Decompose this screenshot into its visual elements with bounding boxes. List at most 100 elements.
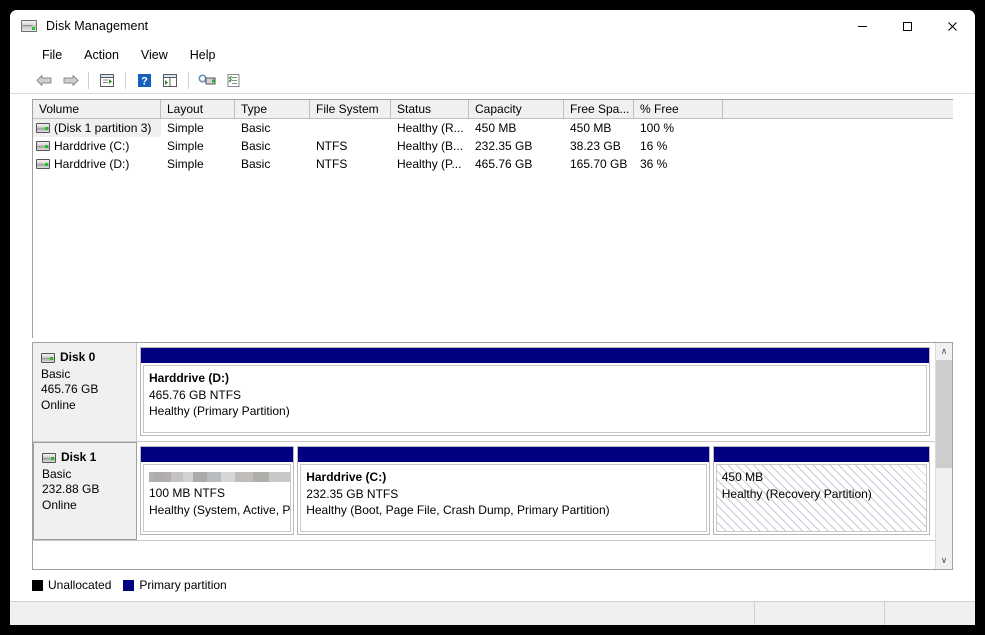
toolbar-separator: [188, 72, 189, 89]
forward-icon[interactable]: [58, 70, 82, 92]
cell-layout: Simple: [167, 120, 204, 135]
window-controls: [840, 10, 975, 42]
partition-details: Harddrive (D:) 465.76 GB NTFS Healthy (P…: [143, 365, 927, 433]
partition-details: Harddrive (C:) 232.35 GB NTFS Healthy (B…: [300, 464, 707, 532]
cell-free-space: 450 MB: [570, 120, 612, 135]
cell-layout: Simple: [167, 138, 204, 153]
partition-health: Healthy (Recovery Partition): [721, 486, 872, 501]
disk-name-disk-0: Disk 0: [41, 350, 136, 366]
tool-bar: ?: [10, 68, 975, 94]
column-header-file-system[interactable]: File System: [310, 100, 391, 119]
disk-row-disk-0[interactable]: Disk 0 Basic 465.76 GB Online Harddrive …: [33, 343, 935, 442]
disk-info-disk-0[interactable]: Disk 0 Basic 465.76 GB Online: [33, 343, 137, 441]
menu-item-file[interactable]: File: [32, 46, 72, 64]
disk-status-disk-1: Online: [42, 497, 77, 512]
scroll-down-icon[interactable]: ∨: [936, 552, 952, 569]
legend-swatch-primary-partition: [123, 579, 135, 591]
partition-color-bar: [141, 447, 294, 462]
cell-status: Healthy (B...: [397, 138, 464, 153]
cell-volume: Harddrive (C:): [33, 137, 161, 155]
cell-file-system: [310, 119, 391, 137]
cell-free-space: 165.70 GB: [570, 156, 628, 171]
cell-capacity: 450 MB: [475, 120, 517, 135]
cell-status: Healthy (R...: [397, 120, 464, 135]
table-row[interactable]: Harddrive (D:) Simple Basic NTFS Healthy…: [33, 155, 953, 173]
legend-label-unallocated: Unallocated: [48, 578, 112, 592]
menu-item-view[interactable]: View: [131, 46, 178, 64]
column-header-free-space[interactable]: Free Spa...: [564, 100, 634, 119]
partition-bar-disk-0: Harddrive (D:) 465.76 GB NTFS Healthy (P…: [137, 343, 935, 441]
disk-management-window: Disk Management File Action View Help ? …: [10, 10, 975, 625]
column-header-status[interactable]: Status: [391, 100, 469, 119]
column-header-spacer: [723, 100, 953, 119]
disk-row-disk-1[interactable]: Disk 1 Basic 232.88 GB Online 100 MB NTF…: [33, 442, 935, 541]
scrollbar-track[interactable]: [936, 360, 952, 552]
cell-capacity: 465.76 GB: [475, 156, 533, 171]
disk-status-disk-0: Online: [41, 397, 76, 412]
partition-harddrive-c[interactable]: Harddrive (C:) 232.35 GB NTFS Healthy (B…: [297, 446, 710, 535]
partition-bar-disk-1: 100 MB NTFS Healthy (System, Active, P H…: [137, 442, 935, 540]
cell-file-system: NTFS: [316, 156, 348, 171]
legend-item-unallocated: Unallocated: [32, 578, 111, 592]
partition-title: Harddrive (D:): [149, 371, 230, 385]
cell-volume: Harddrive (D:): [33, 155, 161, 173]
partition-harddrive-d[interactable]: Harddrive (D:) 465.76 GB NTFS Healthy (P…: [140, 347, 930, 436]
partition-size: 100 MB NTFS: [149, 486, 226, 500]
disk-name-label: Disk 0: [60, 350, 96, 364]
column-header-volume[interactable]: Volume: [33, 100, 161, 119]
cell-percent-free: 100 %: [640, 120, 675, 135]
help-icon[interactable]: ?: [132, 70, 156, 92]
disk-name-label: Disk 1: [61, 450, 97, 464]
status-bar: [10, 601, 975, 625]
partition-system-reserved[interactable]: 100 MB NTFS Healthy (System, Active, P: [140, 446, 295, 535]
toolbar-separator: [88, 72, 89, 89]
disk-name-disk-1: Disk 1: [42, 450, 136, 466]
disk-size-disk-0: 465.76 GB: [41, 382, 99, 396]
cell-free-space: 38.23 GB: [570, 138, 621, 153]
cell-volume-label: Harddrive (D:): [54, 156, 130, 171]
graphical-view-scrollbar[interactable]: ∧ ∨: [935, 343, 952, 569]
minimize-button[interactable]: [840, 10, 885, 42]
partition-color-bar: [141, 348, 929, 363]
table-row[interactable]: (Disk 1 partition 3) Simple Basic Health…: [33, 119, 953, 137]
cell-file-system: NTFS: [316, 138, 348, 153]
disk-size-disk-1: 232.88 GB: [42, 482, 100, 496]
column-header-layout[interactable]: Layout: [161, 100, 235, 119]
volume-list: Volume Layout Type File System Status Ca…: [32, 99, 953, 338]
disk-drive-icon: [41, 352, 55, 363]
show-hide-console-tree-icon[interactable]: [95, 70, 119, 92]
maximize-button[interactable]: [885, 10, 930, 42]
cell-volume: (Disk 1 partition 3): [33, 119, 161, 137]
partition-size: 465.76 GB NTFS: [149, 387, 242, 402]
properties-icon[interactable]: [221, 70, 245, 92]
show-hide-action-pane-icon[interactable]: [158, 70, 182, 92]
partition-recovery[interactable]: 450 MB Healthy (Recovery Partition): [712, 446, 931, 535]
back-icon[interactable]: [32, 70, 56, 92]
cell-volume-label: (Disk 1 partition 3): [54, 120, 152, 135]
close-button[interactable]: [930, 10, 975, 42]
disk-type-disk-1: Basic: [42, 466, 72, 481]
partition-color-bar: [298, 447, 709, 462]
table-row[interactable]: Harddrive (C:) Simple Basic NTFS Healthy…: [33, 137, 953, 155]
volume-list-pane: Volume Layout Type File System Status Ca…: [10, 94, 975, 338]
disk-info-disk-1[interactable]: Disk 1 Basic 232.88 GB Online: [33, 442, 137, 540]
scroll-up-icon[interactable]: ∧: [936, 343, 952, 360]
menu-item-action[interactable]: Action: [74, 46, 129, 64]
cell-status: Healthy (P...: [397, 156, 462, 171]
rescan-disks-icon[interactable]: [195, 70, 219, 92]
volume-drive-icon: [36, 159, 50, 169]
column-header-type[interactable]: Type: [235, 100, 310, 119]
menu-bar: File Action View Help: [10, 42, 975, 68]
cell-percent-free: 36 %: [640, 156, 668, 171]
toolbar-separator: [125, 72, 126, 89]
partition-details: 100 MB NTFS Healthy (System, Active, P: [143, 464, 292, 532]
partition-title: Harddrive (C:): [306, 470, 387, 484]
partition-health: Healthy (Boot, Page File, Crash Dump, Pr…: [306, 503, 610, 517]
scrollbar-thumb[interactable]: [936, 360, 952, 468]
column-header-percent-free[interactable]: % Free: [634, 100, 723, 119]
column-header-capacity[interactable]: Capacity: [469, 100, 564, 119]
legend-item-primary-partition: Primary partition: [123, 578, 227, 592]
menu-item-help[interactable]: Help: [180, 46, 226, 64]
graphical-view-scroll-content: Disk 0 Basic 465.76 GB Online Harddrive …: [33, 343, 935, 569]
partition-title-redacted: [149, 472, 291, 482]
